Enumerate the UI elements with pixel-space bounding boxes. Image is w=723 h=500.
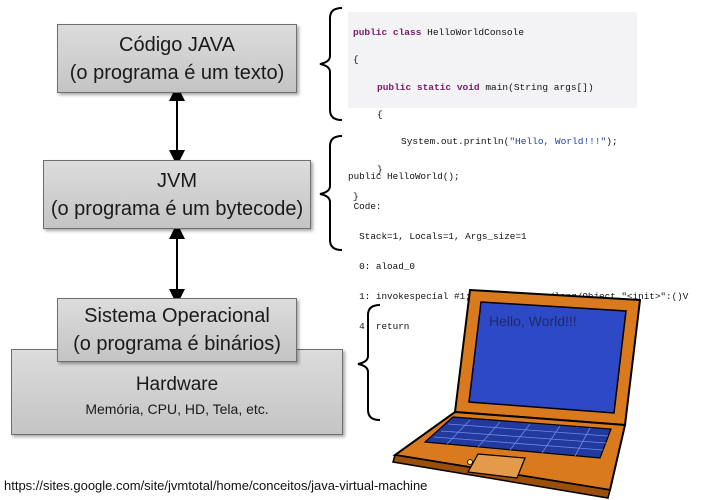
- laptop-led: [467, 459, 473, 465]
- laptop-illustration: [392, 288, 642, 499]
- laptop-screen-text: Hello, World!!!: [489, 313, 577, 329]
- source-url[interactable]: https://sites.google.com/site/jvmtotal/h…: [4, 478, 427, 493]
